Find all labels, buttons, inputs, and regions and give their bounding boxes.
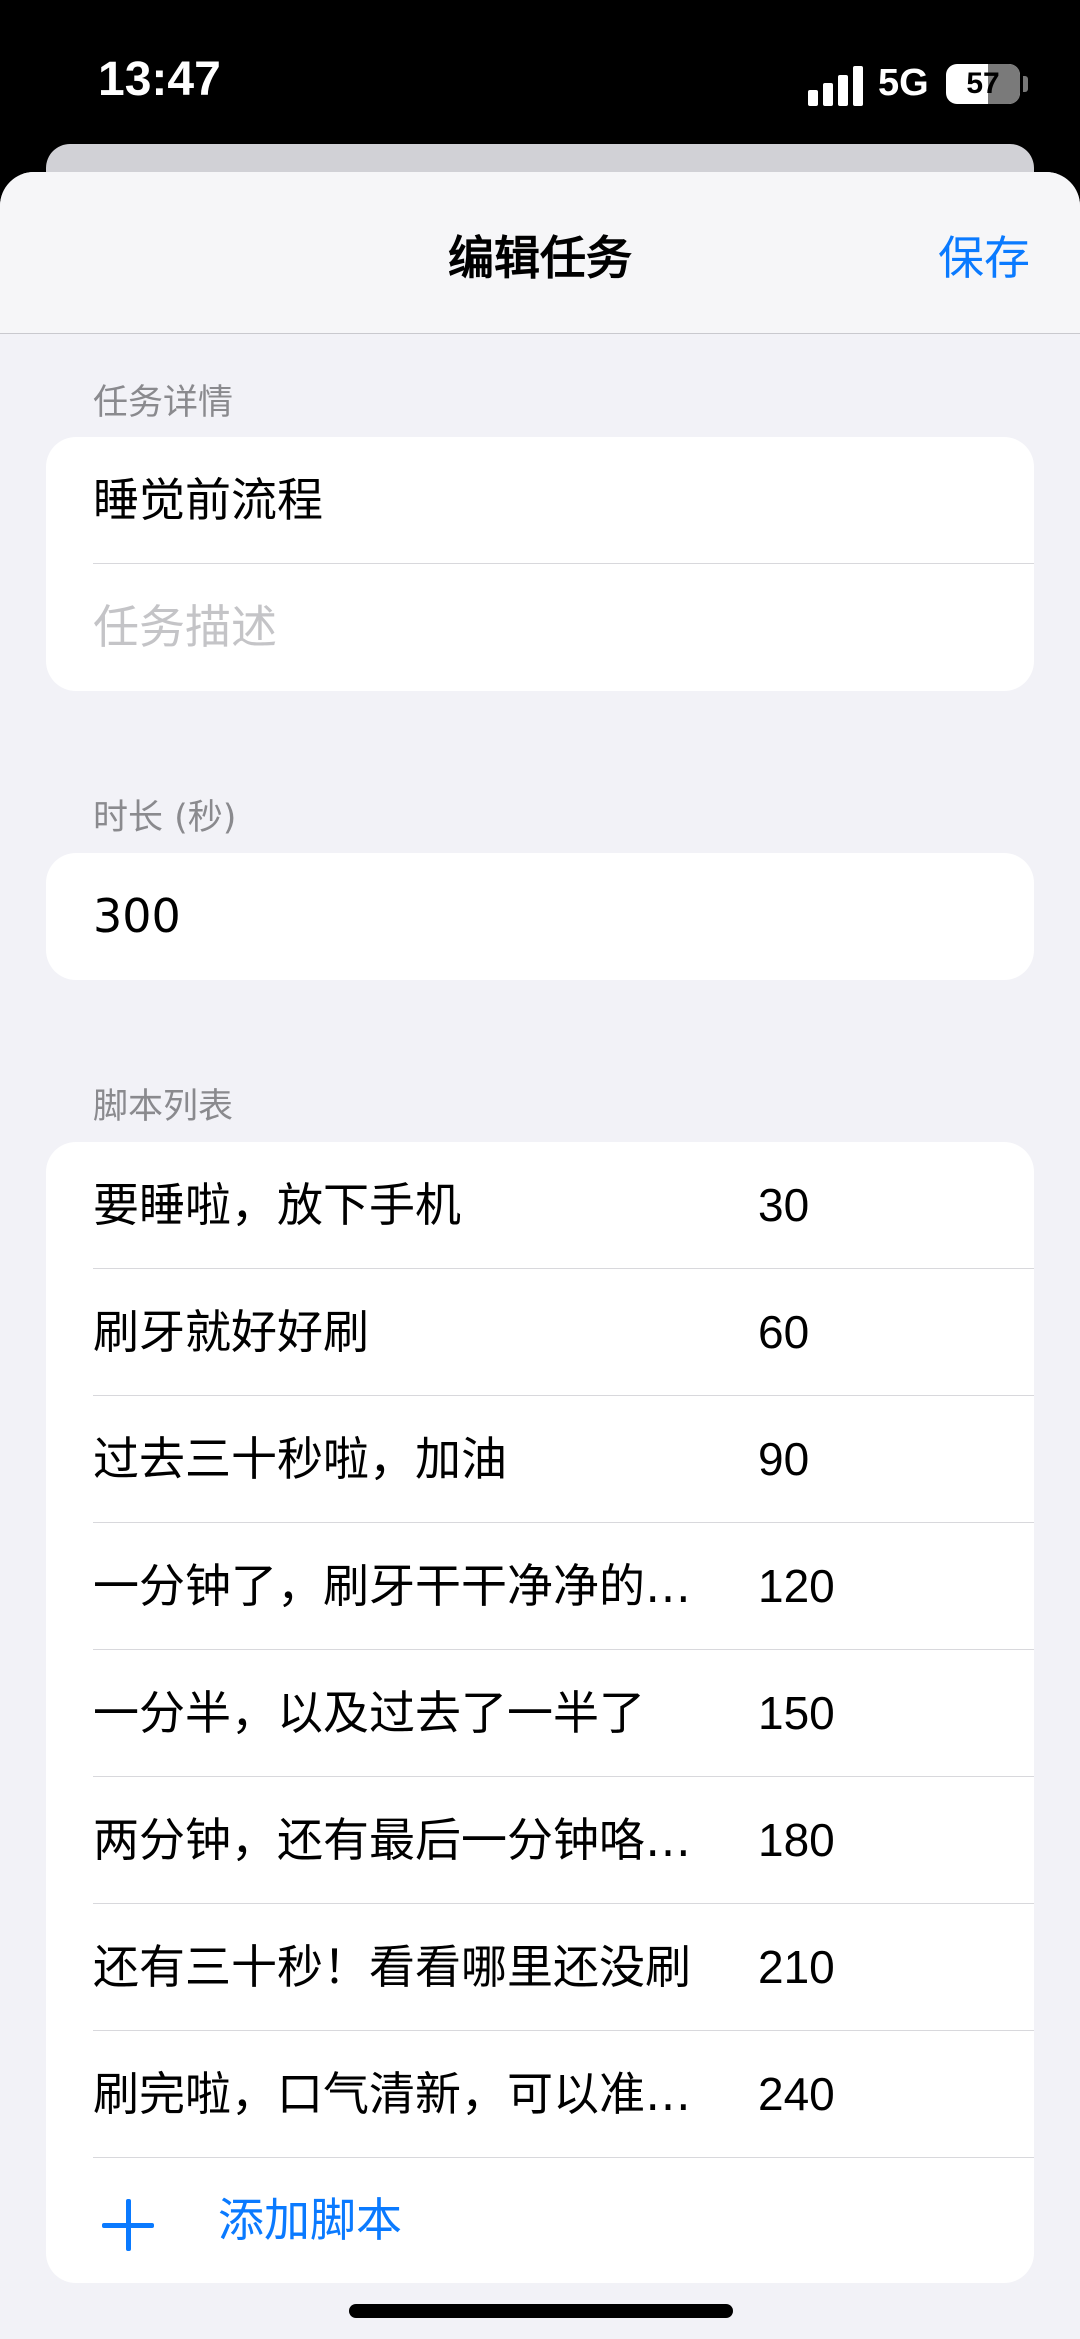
duration-group: 300 — [46, 853, 1034, 980]
script-text: 刷牙就好好刷 — [93, 1305, 369, 1359]
page-title: 编辑任务 — [448, 231, 632, 285]
script-row[interactable]: 一分钟了，刷牙干干净净的… 120 — [46, 1523, 1034, 1650]
script-row[interactable]: 刷牙就好好刷 60 — [46, 1269, 1034, 1396]
scripts-group: 要睡啦，放下手机 30 刷牙就好好刷 60 过去三十秒啦，加油 90 一分钟了，… — [46, 1142, 1034, 2283]
battery-cap — [1023, 76, 1028, 92]
script-text: 要睡啦，放下手机 — [93, 1178, 461, 1232]
script-text: 刷完啦，口气清新，可以准… — [93, 2067, 691, 2121]
save-button[interactable]: 保存 — [938, 222, 1030, 288]
task-name-field[interactable]: 睡觉前流程 — [46, 437, 1034, 564]
task-details-group: 睡觉前流程 任务描述 — [46, 437, 1034, 691]
script-time: 240 — [758, 2068, 835, 2120]
script-time: 120 — [758, 1560, 835, 1612]
add-script-label: 添加脚本 — [218, 2193, 402, 2247]
screen: 13:47 5G 57 编辑任务 保存 任务详情 睡觉前流程 任务描述 时长 (… — [0, 0, 1080, 2339]
task-description-field[interactable]: 任务描述 — [46, 564, 1034, 691]
script-text: 过去三十秒啦，加油 — [93, 1432, 507, 1486]
script-time: 60 — [758, 1306, 810, 1358]
duration-header: 时长 (秒) — [93, 798, 237, 838]
plus-icon — [102, 2199, 154, 2251]
script-time: 180 — [758, 1814, 835, 1866]
script-row[interactable]: 一分半，以及过去了一半了 150 — [46, 1650, 1034, 1777]
battery-level: 57 — [966, 67, 1000, 100]
script-row[interactable]: 刷完啦，口气清新，可以准… 240 — [46, 2031, 1034, 2158]
battery-icon: 57 — [946, 64, 1020, 104]
script-time: 210 — [758, 1941, 835, 1993]
script-text: 还有三十秒！看看哪里还没刷 — [93, 1940, 691, 1994]
script-time: 150 — [758, 1687, 835, 1739]
script-text: 一分半，以及过去了一半了 — [93, 1686, 645, 1740]
network-type: 5G — [878, 62, 929, 104]
task-details-header: 任务详情 — [93, 383, 234, 423]
nav-bar: 编辑任务 保存 — [0, 172, 1080, 334]
add-script-button[interactable]: 添加脚本 — [46, 2158, 1034, 2283]
task-description-placeholder: 任务描述 — [93, 600, 277, 654]
edit-task-sheet: 编辑任务 保存 任务详情 睡觉前流程 任务描述 时长 (秒) 300 脚本列表 … — [0, 172, 1080, 2339]
scripts-header: 脚本列表 — [93, 1087, 234, 1127]
script-row[interactable]: 要睡啦，放下手机 30 — [46, 1142, 1034, 1269]
cellular-signal-icon — [808, 66, 864, 106]
script-time: 30 — [758, 1179, 810, 1231]
duration-value: 300 — [93, 889, 181, 943]
script-row[interactable]: 两分钟，还有最后一分钟咯… 180 — [46, 1777, 1034, 1904]
status-bar: 13:47 5G 57 — [0, 0, 1080, 150]
home-indicator — [349, 2304, 733, 2318]
status-time: 13:47 — [98, 53, 221, 106]
script-text: 两分钟，还有最后一分钟咯… — [93, 1813, 691, 1867]
script-row[interactable]: 过去三十秒啦，加油 90 — [46, 1396, 1034, 1523]
script-text: 一分钟了，刷牙干干净净的… — [93, 1559, 691, 1613]
task-name-value: 睡觉前流程 — [93, 473, 323, 527]
script-row[interactable]: 还有三十秒！看看哪里还没刷 210 — [46, 1904, 1034, 2031]
duration-field[interactable]: 300 — [46, 853, 1034, 980]
script-time: 90 — [758, 1433, 810, 1485]
